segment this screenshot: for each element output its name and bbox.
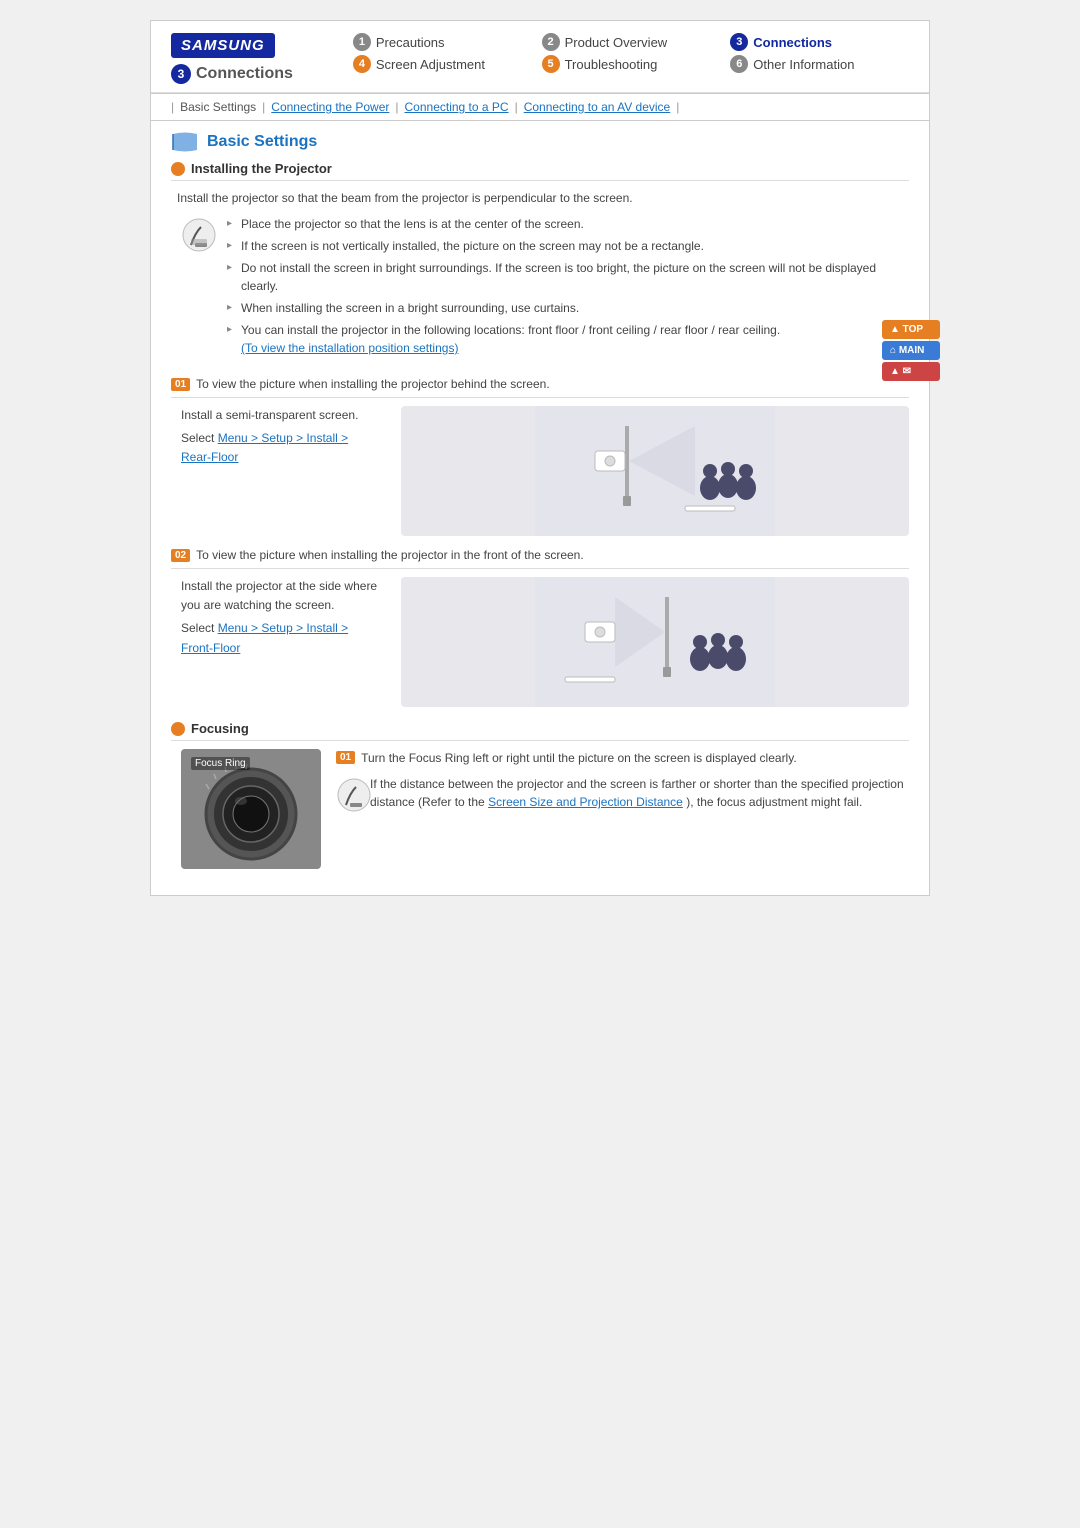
nav-label-6: Other Information	[753, 57, 854, 72]
nav-label-5: Troubleshooting	[565, 57, 658, 72]
focus-check-icon	[336, 777, 364, 805]
page-title: Basic Settings	[207, 133, 317, 151]
installing-projector-section: Installing the Projector Install the pro…	[171, 161, 909, 361]
tip2-section: 02 To view the picture when installing t…	[171, 546, 909, 707]
section-name: Connections	[196, 65, 293, 83]
main-button[interactable]: ⌂ MAIN	[882, 341, 940, 360]
tip2-badge: 02	[171, 549, 190, 562]
tip1-desc-line2: Select Menu > Setup > Install > Rear-Flo…	[181, 429, 381, 467]
nav-grid: 1 Precautions 2 Product Overview 3 Conne…	[353, 33, 909, 73]
installing-projector-title: Installing the Projector	[191, 161, 332, 176]
nav-num-2: 2	[542, 33, 560, 51]
focusing-header: Focusing	[171, 721, 909, 741]
instruction-list: Place the projector so that the lens is …	[227, 215, 909, 361]
focus-ring-image: Focus Ring	[181, 749, 321, 869]
tip2-header-text: To view the picture when installing the …	[196, 546, 584, 564]
breadcrumb-connecting-pc[interactable]: Connecting to a PC	[405, 100, 509, 114]
tip2-header: 02 To view the picture when installing t…	[171, 546, 909, 569]
nav-label-2: Product Overview	[565, 35, 668, 50]
instruction-4: When installing the screen in a bright s…	[227, 299, 909, 317]
nav-label-3: Connections	[753, 35, 832, 50]
page-title-icon	[171, 131, 199, 153]
focus-tip-note: If the distance between the projector an…	[336, 775, 909, 811]
breadcrumb-basic-settings[interactable]: Basic Settings	[180, 100, 256, 114]
breadcrumb: | Basic Settings | Connecting the Power …	[151, 93, 929, 121]
installation-position-link[interactable]: (To view the installation position setti…	[241, 341, 458, 355]
nav-item-other-info[interactable]: 6 Other Information	[730, 55, 909, 73]
tip2-desc-line2: Select Menu > Setup > Install > Front-Fl…	[181, 619, 381, 657]
breadcrumb-sep-end: |	[676, 100, 679, 114]
tip2-desc-line1: Install the projector at the side where …	[181, 577, 381, 615]
main-content: Basic Settings Installing the Projector …	[151, 121, 929, 895]
intro-text: Install the projector so that the beam f…	[177, 189, 909, 207]
focus-main-text: Turn the Focus Ring left or right until …	[361, 749, 797, 767]
page-title-bar: Basic Settings	[171, 131, 909, 153]
focus-ring-label: Focus Ring	[191, 757, 250, 770]
tip2-diagram	[401, 577, 909, 707]
focusing-section: Focusing Focus Ring	[171, 721, 909, 869]
breadcrumb-connecting-av[interactable]: Connecting to an AV device	[524, 100, 671, 114]
samsung-logo: SAMSUNG	[171, 33, 275, 58]
email-button[interactable]: ▲ ✉	[882, 362, 940, 381]
header: SAMSUNG 3 Connections 1 Precautions 2 Pr…	[151, 21, 929, 93]
nav-num-3: 3	[730, 33, 748, 51]
tip1-badge: 01	[171, 378, 190, 391]
tip1-desc-line1: Install a semi-transparent screen.	[181, 406, 381, 425]
current-section-label: 3 Connections	[171, 64, 293, 84]
focus-tip-main: 01 Turn the Focus Ring left or right unt…	[336, 749, 909, 767]
instruction-3: Do not install the screen in bright surr…	[227, 259, 909, 295]
nav-num-1: 1	[353, 33, 371, 51]
tip1-header-text: To view the picture when installing the …	[196, 375, 550, 393]
nav-item-precautions[interactable]: 1 Precautions	[353, 33, 532, 51]
tip1-content: Install a semi-transparent screen. Selec…	[181, 406, 909, 536]
tip1-section: 01 To view the picture when installing t…	[171, 375, 909, 536]
tip1-header: 01 To view the picture when installing t…	[171, 375, 909, 398]
nav-label-1: Precautions	[376, 35, 445, 50]
instruction-5: You can install the projector in the fol…	[227, 321, 909, 357]
nav-label-4: Screen Adjustment	[376, 57, 485, 72]
floating-buttons: ▲ TOP ⌂ MAIN ▲ ✉	[882, 320, 940, 381]
nav-item-screen-adjustment[interactable]: 4 Screen Adjustment	[353, 55, 532, 73]
instruction-area: Place the projector so that the lens is …	[181, 215, 909, 361]
installing-projector-header: Installing the Projector	[171, 161, 909, 181]
tip2-content: Install the projector at the side where …	[181, 577, 909, 707]
top-button[interactable]: ▲ TOP	[882, 320, 940, 339]
tip1-description: Install a semi-transparent screen. Selec…	[181, 406, 381, 536]
instruction-1: Place the projector so that the lens is …	[227, 215, 909, 233]
focus-content: Focus Ring	[181, 749, 909, 869]
screen-size-link[interactable]: Screen Size and Projection Distance	[488, 795, 683, 809]
nav-item-product-overview[interactable]: 2 Product Overview	[542, 33, 721, 51]
breadcrumb-sep-start: |	[171, 100, 174, 114]
focus-instructions: 01 Turn the Focus Ring left or right unt…	[336, 749, 909, 869]
breadcrumb-sep-1: |	[262, 100, 265, 114]
tip2-description: Install the projector at the side where …	[181, 577, 381, 707]
nav-item-connections[interactable]: 3 Connections	[730, 33, 909, 51]
nav-num-6: 6	[730, 55, 748, 73]
nav-num-5: 5	[542, 55, 560, 73]
focus-note-text: If the distance between the projector an…	[370, 775, 909, 811]
check-icon	[181, 217, 217, 253]
orange-dot-icon	[171, 162, 185, 176]
nav-num-4: 4	[353, 55, 371, 73]
breadcrumb-sep-3: |	[515, 100, 518, 114]
breadcrumb-connecting-power[interactable]: Connecting the Power	[271, 100, 389, 114]
focusing-dot-icon	[171, 722, 185, 736]
focus-tip-badge: 01	[336, 751, 355, 764]
breadcrumb-sep-2: |	[395, 100, 398, 114]
section-number: 3	[171, 64, 191, 84]
nav-item-troubleshooting[interactable]: 5 Troubleshooting	[542, 55, 721, 73]
tip1-diagram	[401, 406, 909, 536]
focusing-title: Focusing	[191, 721, 249, 736]
instruction-2: If the screen is not vertically installe…	[227, 237, 909, 255]
